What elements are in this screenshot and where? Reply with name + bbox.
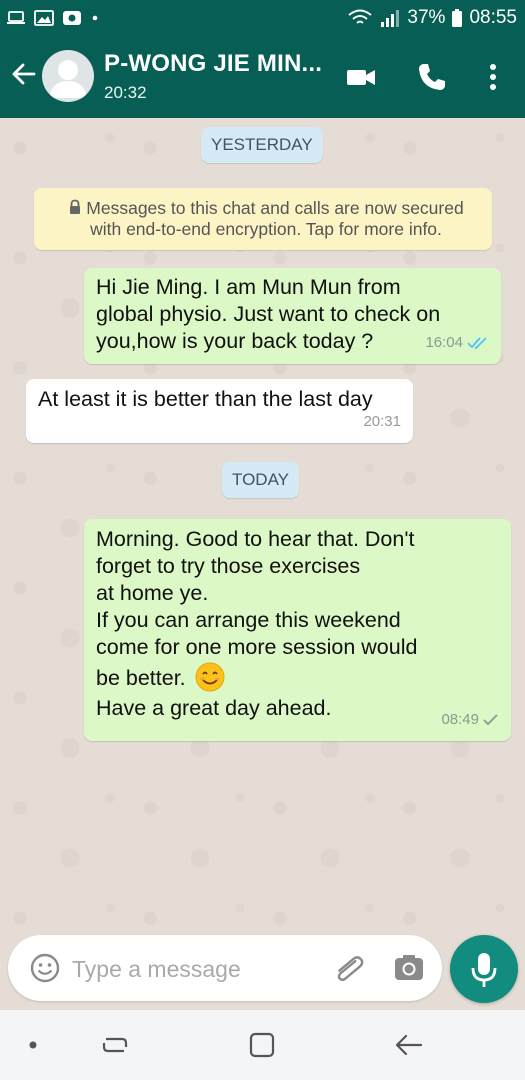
camera-icon[interactable] (392, 951, 426, 985)
message-time: 20:31 (363, 413, 401, 430)
read-ticks-icon (467, 336, 487, 349)
message-input[interactable] (70, 948, 324, 990)
message-time: 16:04 (425, 334, 463, 351)
battery-icon (452, 9, 463, 27)
message-time: 08:49 (441, 711, 479, 728)
message-line: come for one more session would (96, 635, 418, 659)
message-outgoing[interactable]: Morning. Good to hear that. Don't forget… (84, 519, 511, 741)
home-icon[interactable] (245, 1028, 279, 1062)
delivered-tick-icon (483, 713, 498, 725)
photo-icon (63, 11, 81, 25)
mic-icon (471, 953, 497, 987)
message-outgoing[interactable]: Hi Jie Ming. I am Mun Mun from global ph… (84, 268, 501, 364)
signal-icon (381, 10, 400, 27)
message-incoming[interactable]: At least it is better than the last day … (26, 379, 413, 443)
dot-icon (92, 15, 98, 21)
message-line: be better. (96, 666, 186, 690)
contact-name[interactable]: P-WONG JIE MIN... (104, 50, 322, 78)
message-line: at home ye. (96, 581, 209, 605)
arrow-left-icon[interactable] (10, 60, 38, 88)
chat-area[interactable]: YESTERDAY Messages to this chat and call… (0, 118, 525, 1010)
recent-apps-icon[interactable] (98, 1028, 132, 1062)
lock-icon (70, 199, 81, 214)
notification-icons (6, 10, 100, 26)
smiling-face-icon (195, 662, 225, 692)
message-meta: 20:31 (363, 408, 401, 435)
message-meta: 16:04 (425, 329, 489, 356)
message-line: Have a great day ahead. (96, 696, 332, 720)
message-line: If you can arrange this weekend (96, 608, 401, 632)
gallery-icon (34, 10, 54, 26)
last-seen: 20:32 (104, 83, 147, 102)
message-line-with-emoji: be better. (96, 661, 499, 695)
emoji-icon[interactable] (28, 951, 62, 985)
message-text: At least it is better than the last day (38, 387, 373, 411)
avatar[interactable] (42, 50, 94, 102)
wifi-icon (348, 9, 373, 24)
message-meta: 08:49 (441, 706, 499, 733)
laptop-icon (7, 11, 25, 24)
video-call-icon[interactable] (344, 60, 378, 94)
message-line: forget to try those exercises (96, 554, 361, 578)
status-right: 37% 08:55 (347, 7, 517, 29)
clock: 08:55 (469, 7, 517, 28)
message-line: Morning. Good to hear that. Don't (96, 527, 415, 551)
battery-percent: 37% (407, 7, 446, 28)
default-avatar-icon (49, 60, 87, 98)
encryption-notice[interactable]: Messages to this chat and calls are now … (34, 188, 492, 250)
system-nav-bar (0, 1010, 525, 1080)
chat-header: P-WONG JIE MIN... 20:32 (0, 36, 525, 118)
paperclip-icon[interactable] (330, 950, 366, 986)
more-vert-icon[interactable] (476, 60, 510, 94)
date-chip-yesterday: YESTERDAY (201, 127, 323, 163)
status-bar: 37% 08:55 (0, 0, 525, 36)
date-chip-today: TODAY (222, 462, 299, 498)
encryption-text: Messages to this chat and calls are now … (86, 198, 464, 239)
nav-dot-icon[interactable] (16, 1028, 50, 1062)
phone-icon[interactable] (415, 60, 449, 94)
message-composer (8, 935, 442, 1001)
mic-button[interactable] (450, 935, 518, 1003)
back-icon[interactable] (392, 1028, 426, 1062)
